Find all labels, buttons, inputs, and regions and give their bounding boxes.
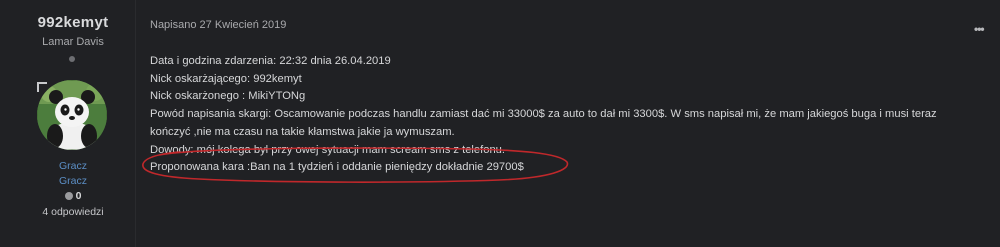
more-dots-icon[interactable]: ••• (974, 22, 985, 36)
author-username[interactable]: 992kemyt (0, 14, 146, 31)
post-date: Napisano 27 Kwiecień 2019 (150, 19, 287, 31)
post-line-accused-nick: Nick oskarżonego : MikiYTONg (150, 90, 306, 103)
author-answer-count: 4 odpowiedzi (42, 206, 104, 218)
post-line-accuser-nick: Nick oskarżającego: 992kemyt (150, 72, 302, 85)
author-group-link[interactable]: Gracz (0, 175, 146, 187)
avatar-corner-marker (37, 82, 47, 92)
post-line-complaint-reason: Powód napisania skargi: Oscamowanie podc… (150, 108, 937, 121)
column-divider (135, 0, 136, 247)
post-line-evidence: Dowody: mój kolega był przy owej sytuacj… (150, 143, 506, 156)
forum-post: 992kemyt Lamar Davis Gracz Gracz 0 4 odp… (0, 0, 1000, 247)
panda-avatar-image (37, 80, 107, 150)
reputation-icon (64, 192, 73, 200)
reputation-value: 0 (75, 190, 82, 202)
reputation-badge: 0 (0, 190, 146, 202)
author-title: Lamar Davis (42, 36, 104, 48)
post-line-complaint-reason-cont: kończyć ,nie ma czasu na takie kłamstwa … (150, 125, 455, 138)
author-panel: 992kemyt Lamar Davis Gracz Gracz 0 4 odp… (0, 0, 146, 247)
avatar[interactable] (37, 80, 107, 150)
post-line-event-datetime: Data i godzina zdarzenia: 22:32 dnia 26.… (150, 55, 391, 67)
online-status-icon (69, 56, 75, 62)
author-group-link[interactable]: Gracz (0, 160, 146, 172)
post-content: Data i godzina zdarzenia: 22:32 dnia 26.… (150, 53, 960, 177)
post-line-proposed-penalty: Proponowana kara :Ban na 1 tydzień i odd… (150, 161, 524, 174)
